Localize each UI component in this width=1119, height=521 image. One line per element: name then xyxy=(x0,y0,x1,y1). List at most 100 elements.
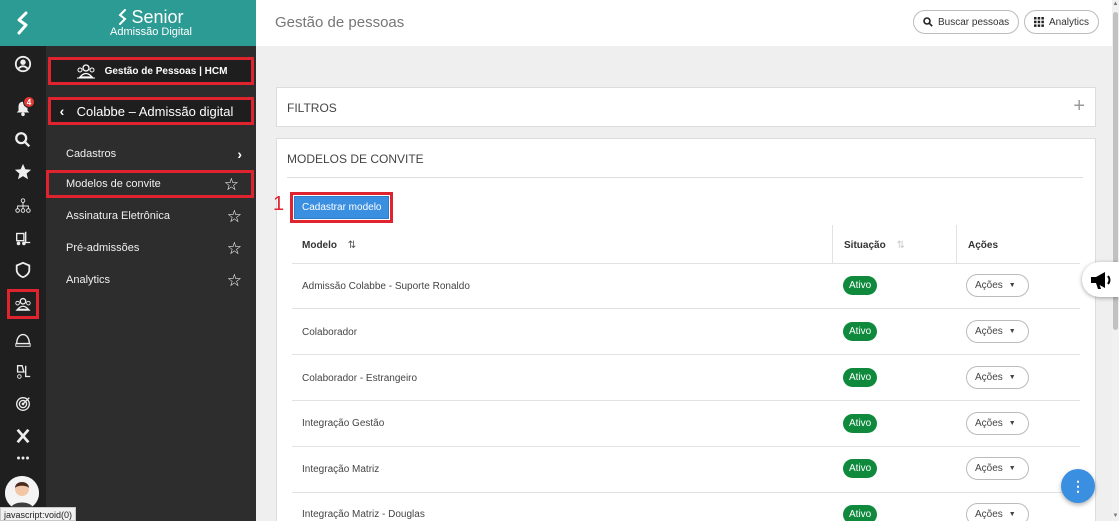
caret-down-icon: ▼ xyxy=(1008,282,1016,289)
status-badge: Ativo xyxy=(843,368,878,387)
icon-rail: 4 xyxy=(0,0,46,521)
column-header-actions: Ações xyxy=(968,240,998,251)
status-badge: Ativo xyxy=(843,414,878,433)
star-outline-icon[interactable]: ☆ xyxy=(227,272,242,289)
user-circle-icon[interactable] xyxy=(0,50,46,78)
status-badge: Ativo xyxy=(843,322,878,341)
sort-icon[interactable]: ⇅ xyxy=(896,240,904,251)
filters-title: FILTROS xyxy=(287,101,337,115)
row-divider xyxy=(292,354,1080,355)
org-chart-icon[interactable] xyxy=(0,192,46,220)
actions-label: Ações xyxy=(975,509,1003,520)
model-name: Integração Matriz - Douglas xyxy=(302,509,425,520)
actions-dropdown[interactable]: Ações ▼ xyxy=(966,274,1029,297)
notification-badge: 4 xyxy=(23,96,35,108)
add-model-highlight: Cadastrar modelo xyxy=(290,192,394,223)
caret-down-icon: ▼ xyxy=(1008,465,1016,472)
model-name: Integração Gestão xyxy=(302,418,385,429)
caret-down-icon: ▼ xyxy=(1008,328,1016,335)
shield-icon[interactable] xyxy=(0,256,46,284)
column-header-label: Ações xyxy=(968,240,999,251)
section-header[interactable]: ‹ Colabbe – Admissão digital xyxy=(48,97,254,125)
column-divider xyxy=(832,225,833,263)
page-title: Gestão de pessoas xyxy=(275,14,405,31)
actions-label: Ações xyxy=(975,280,1003,291)
brand-subtitle: Admissão Digital xyxy=(110,26,192,38)
search-people-button[interactable]: Buscar pessoas xyxy=(913,10,1020,34)
column-header-label: Modelo xyxy=(302,240,337,251)
menu-item-label: Cadastros xyxy=(66,148,117,160)
menu-item-cadastros[interactable]: Cadastros › xyxy=(46,140,256,168)
star-outline-icon[interactable]: ☆ xyxy=(227,208,242,225)
column-header-model[interactable]: Modelo ⇅ xyxy=(302,240,356,251)
step-annotation: 1 xyxy=(273,193,285,215)
menu-item-assinatura-eletronica[interactable]: Assinatura Eletrônica ☆ xyxy=(46,202,256,230)
row-divider xyxy=(292,400,1080,401)
actions-dropdown[interactable]: Ações ▼ xyxy=(966,503,1029,521)
target-icon[interactable] xyxy=(0,390,46,418)
actions-label: Ações xyxy=(975,326,1003,337)
scrollbar[interactable]: ▲ ▼ xyxy=(1112,0,1119,521)
bell-icon[interactable]: 4 xyxy=(0,94,46,122)
model-name: Colaborador xyxy=(302,327,358,338)
divider xyxy=(287,177,1083,178)
forklift-icon[interactable] xyxy=(0,224,46,252)
helmet-icon[interactable] xyxy=(0,326,46,354)
status-badge: Ativo xyxy=(843,459,878,478)
menu-item-analytics[interactable]: Analytics ☆ xyxy=(46,266,256,294)
analytics-label: Analytics xyxy=(1049,16,1090,28)
status-bar-url: javascript:void(0) xyxy=(0,507,77,521)
section-title: Colabbe – Admissão digital xyxy=(76,103,234,119)
brand-header[interactable]: Senior Admissão Digital xyxy=(46,0,256,46)
senior-logo-icon[interactable] xyxy=(0,0,46,46)
analytics-button[interactable]: Analytics xyxy=(1024,10,1100,34)
search-icon[interactable] xyxy=(0,126,46,154)
brand-name: Senior xyxy=(131,7,184,27)
star-outline-icon[interactable]: ☆ xyxy=(224,176,239,193)
scroll-up-arrow-icon[interactable]: ▲ xyxy=(1112,0,1119,9)
scroll-down-arrow-icon[interactable]: ▼ xyxy=(1112,512,1119,521)
navigation-menu: Senior Admissão Digital Gestão de Pessoa… xyxy=(46,0,256,521)
model-name: Colaborador - Estrangeiro xyxy=(302,373,418,384)
sort-ascending-icon[interactable]: ⇅ xyxy=(348,240,356,251)
grid-icon xyxy=(1034,17,1044,27)
actions-dropdown[interactable]: Ações ▼ xyxy=(966,457,1029,480)
search-people-label: Buscar pessoas xyxy=(938,16,1010,28)
chevron-left-icon[interactable]: ‹ xyxy=(51,103,73,119)
row-divider xyxy=(292,446,1080,447)
more-icon[interactable] xyxy=(0,444,46,472)
people-management-icon xyxy=(76,64,95,79)
star-icon[interactable] xyxy=(0,158,46,186)
actions-label: Ações xyxy=(975,463,1003,474)
caret-down-icon: ▼ xyxy=(1008,374,1016,381)
plus-icon[interactable]: + xyxy=(1073,95,1085,118)
model-name: Integração Matriz xyxy=(302,464,380,475)
people-management-icon[interactable] xyxy=(7,289,39,319)
row-divider xyxy=(292,308,1080,309)
column-header-status[interactable]: Situação ⇅ xyxy=(844,240,905,251)
caret-down-icon: ▼ xyxy=(1008,420,1016,427)
menu-item-pre-admissoes[interactable]: Pré-admissões ☆ xyxy=(46,234,256,262)
actions-dropdown[interactable]: Ações ▼ xyxy=(966,366,1029,389)
filters-panel[interactable]: FILTROS + xyxy=(276,87,1096,127)
add-model-button[interactable]: Cadastrar modelo xyxy=(294,196,390,219)
chevron-right-icon: › xyxy=(237,146,242,162)
actions-label: Ações xyxy=(975,372,1003,383)
avatar[interactable] xyxy=(5,476,39,510)
search-icon xyxy=(923,17,933,27)
senior-brand-icon xyxy=(118,9,127,25)
actions-dropdown[interactable]: Ações ▼ xyxy=(966,320,1029,343)
menu-item-modelos-de-convite[interactable]: Modelos de convite ☆ xyxy=(46,170,254,198)
more-options-icon[interactable]: ⋮ xyxy=(1061,469,1095,503)
module-header[interactable]: Gestão de Pessoas | HCM xyxy=(48,57,254,85)
forklift-alt-icon[interactable] xyxy=(0,358,46,386)
status-badge: Ativo xyxy=(843,505,878,521)
star-outline-icon[interactable]: ☆ xyxy=(227,240,242,257)
column-header-label: Situação xyxy=(844,240,886,251)
status-badge: Ativo xyxy=(843,276,878,295)
caret-down-icon: ▼ xyxy=(1008,511,1016,518)
megaphone-icon[interactable] xyxy=(1082,262,1119,297)
actions-dropdown[interactable]: Ações ▼ xyxy=(966,412,1029,435)
column-divider xyxy=(956,225,957,263)
row-divider xyxy=(292,263,1080,264)
